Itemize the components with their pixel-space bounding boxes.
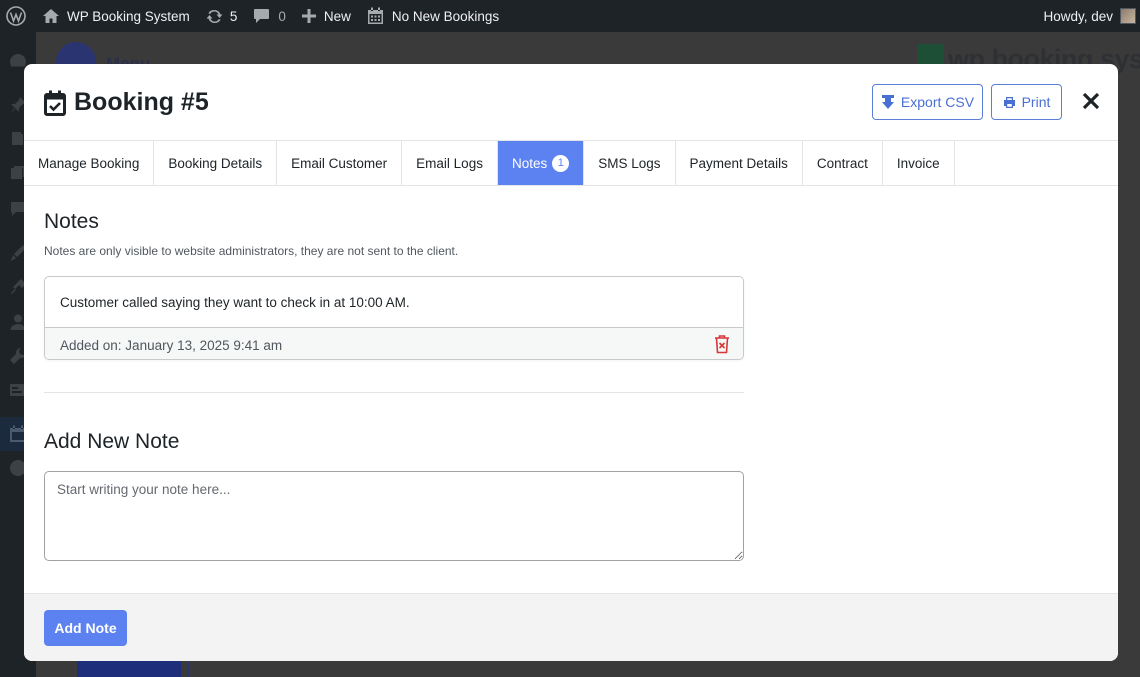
greeting: Howdy, dev xyxy=(1043,8,1113,24)
notes-heading: Notes xyxy=(44,210,99,233)
modal-title: Booking #5 xyxy=(44,88,209,117)
tab-label: Booking Details xyxy=(168,155,263,171)
updates-count: 5 xyxy=(229,8,238,24)
wordpress-logo-icon[interactable] xyxy=(0,0,34,32)
home-icon xyxy=(43,9,59,23)
tab-label: Payment Details xyxy=(689,155,788,171)
trash-icon xyxy=(715,335,729,354)
tab-label: Email Customer xyxy=(291,155,388,171)
close-icon xyxy=(1082,92,1100,110)
delete-note-button[interactable] xyxy=(713,334,731,354)
new-label: New xyxy=(323,8,351,24)
modal-header: Booking #5 Export CSV Print xyxy=(24,64,1118,141)
plus-icon xyxy=(301,9,316,23)
bookings-status-link[interactable]: No New Bookings xyxy=(359,0,507,32)
tab-payment-details[interactable]: Payment Details xyxy=(676,141,803,185)
export-csv-button[interactable]: Export CSV xyxy=(872,84,983,120)
tab-manage-booking[interactable]: Manage Booking xyxy=(24,141,155,185)
updates-icon xyxy=(206,9,223,23)
tab-email-logs[interactable]: Email Logs xyxy=(402,141,498,185)
print-button[interactable]: Print xyxy=(991,84,1062,120)
close-modal-button[interactable] xyxy=(1080,90,1102,112)
note-added-on: Added on: January 13, 2025 9:41 am xyxy=(60,338,283,353)
notes-description: Notes are only visible to website admini… xyxy=(44,244,459,258)
tab-label: Manage Booking xyxy=(38,155,140,171)
calendar-icon xyxy=(367,7,383,24)
note-footer: Added on: January 13, 2025 9:41 am xyxy=(45,327,743,359)
bookings-status: No New Bookings xyxy=(391,8,500,24)
export-csv-label: Export CSV xyxy=(900,94,975,110)
booking-tabs: Manage Booking Booking Details Email Custo… xyxy=(24,140,1118,186)
tab-email-customer[interactable]: Email Customer xyxy=(277,141,403,185)
calendar-check-icon xyxy=(44,90,66,116)
printer-icon xyxy=(1003,96,1015,108)
tab-sms-logs[interactable]: SMS Logs xyxy=(584,141,676,185)
site-name-link[interactable]: WP Booking System xyxy=(34,0,198,32)
add-note-heading: Add New Note xyxy=(44,430,180,453)
updates-link[interactable]: 5 xyxy=(198,0,246,32)
tab-label: SMS Logs xyxy=(598,155,661,171)
tab-booking-details[interactable]: Booking Details xyxy=(154,141,278,185)
comment-icon xyxy=(254,9,270,23)
comments-link[interactable]: 0 xyxy=(245,0,294,32)
comments-count: 0 xyxy=(278,8,286,24)
tab-contract[interactable]: Contract xyxy=(803,141,883,185)
tab-label: Invoice xyxy=(896,155,940,171)
new-note-textarea[interactable] xyxy=(44,471,744,561)
modal-footer: Add Note xyxy=(24,593,1118,661)
booking-modal: Booking #5 Export CSV Print Manage Booki… xyxy=(24,64,1118,661)
tab-label: Contract xyxy=(816,155,868,171)
section-divider xyxy=(44,392,744,393)
booking-title: Booking #5 xyxy=(74,88,209,116)
download-icon xyxy=(881,95,894,109)
admin-bar: WP Booking System 5 0 New No New Booking… xyxy=(0,0,1140,32)
note-card: Customer called saying they want to chec… xyxy=(44,276,744,360)
avatar xyxy=(1120,8,1136,24)
add-note-button[interactable]: Add Note xyxy=(44,610,127,646)
print-label: Print xyxy=(1021,94,1051,110)
tab-label: Notes xyxy=(511,155,548,171)
note-text: Customer called saying they want to chec… xyxy=(60,295,410,310)
site-name: WP Booking System xyxy=(67,8,190,24)
tab-invoice[interactable]: Invoice xyxy=(883,141,955,185)
tab-count-badge: 1 xyxy=(552,154,570,172)
new-content-link[interactable]: New xyxy=(294,0,359,32)
tab-label: Email Logs xyxy=(416,155,483,171)
tab-notes[interactable]: Notes 1 xyxy=(497,141,585,185)
my-account-link[interactable]: Howdy, dev xyxy=(1035,0,1140,32)
